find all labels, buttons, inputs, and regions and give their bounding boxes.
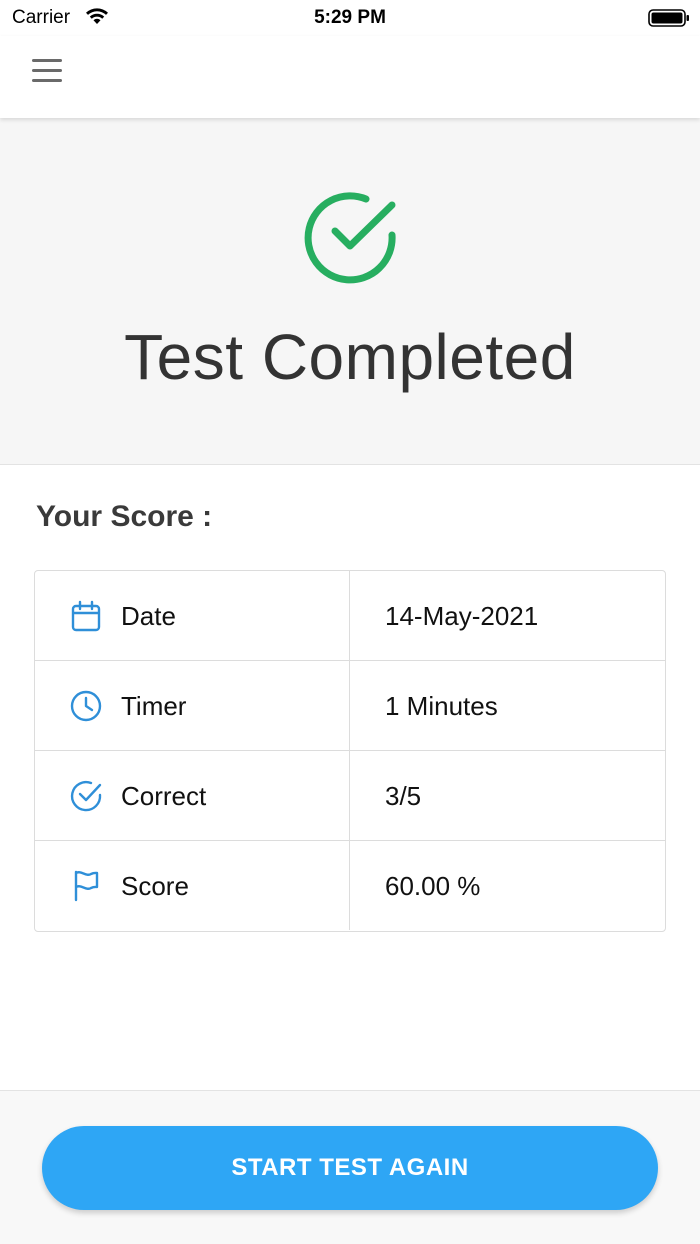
result-table: Date 14-May-2021 Timer 1 Minutes Correct… — [34, 570, 666, 932]
flag-icon — [74, 870, 99, 902]
table-row-score: Score 60.00 % — [35, 841, 665, 930]
table-cell-value: 1 Minutes — [350, 661, 665, 750]
start-test-again-button[interactable]: START TEST AGAIN — [42, 1126, 658, 1210]
nav-bar — [0, 36, 700, 118]
row-value: 3/5 — [385, 781, 422, 811]
clock-icon — [70, 690, 102, 722]
row-label: Correct — [121, 781, 207, 811]
status-bar: Carrier 5:29 PM — [0, 0, 700, 36]
row-label: Timer — [121, 691, 187, 721]
score-heading: Your Score : — [36, 500, 213, 533]
page-title: Test Completed — [124, 321, 576, 393]
row-value: 1 Minutes — [385, 691, 498, 721]
table-cell-label: Correct — [35, 751, 350, 840]
footer-bar: START TEST AGAIN — [0, 1090, 700, 1244]
table-row-date: Date 14-May-2021 — [35, 571, 665, 661]
hamburger-menu-icon[interactable] — [28, 54, 70, 86]
table-cell-label: Timer — [35, 661, 350, 750]
row-label: Date — [121, 601, 176, 631]
table-cell-value: 60.00 % — [350, 841, 665, 930]
table-row-timer: Timer 1 Minutes — [35, 661, 665, 751]
status-time: 5:29 PM — [314, 7, 386, 28]
table-cell-label: Date — [35, 571, 350, 660]
check-circle-icon — [304, 192, 396, 284]
table-cell-value: 3/5 — [350, 751, 665, 840]
row-label: Score — [121, 871, 189, 901]
battery-icon — [648, 9, 689, 27]
table-cell-value: 14-May-2021 — [350, 571, 665, 660]
calendar-icon — [71, 600, 101, 632]
check-circle-icon — [70, 780, 102, 812]
table-cell-label: Score — [35, 841, 350, 930]
table-row-correct: Correct 3/5 — [35, 751, 665, 841]
row-value: 14-May-2021 — [385, 601, 539, 631]
result-hero: Test Completed — [0, 118, 700, 465]
test-result-screen: Carrier 5:29 PM Test Completed Your Scor… — [0, 0, 700, 1244]
row-value: 60.00 % — [385, 871, 481, 901]
